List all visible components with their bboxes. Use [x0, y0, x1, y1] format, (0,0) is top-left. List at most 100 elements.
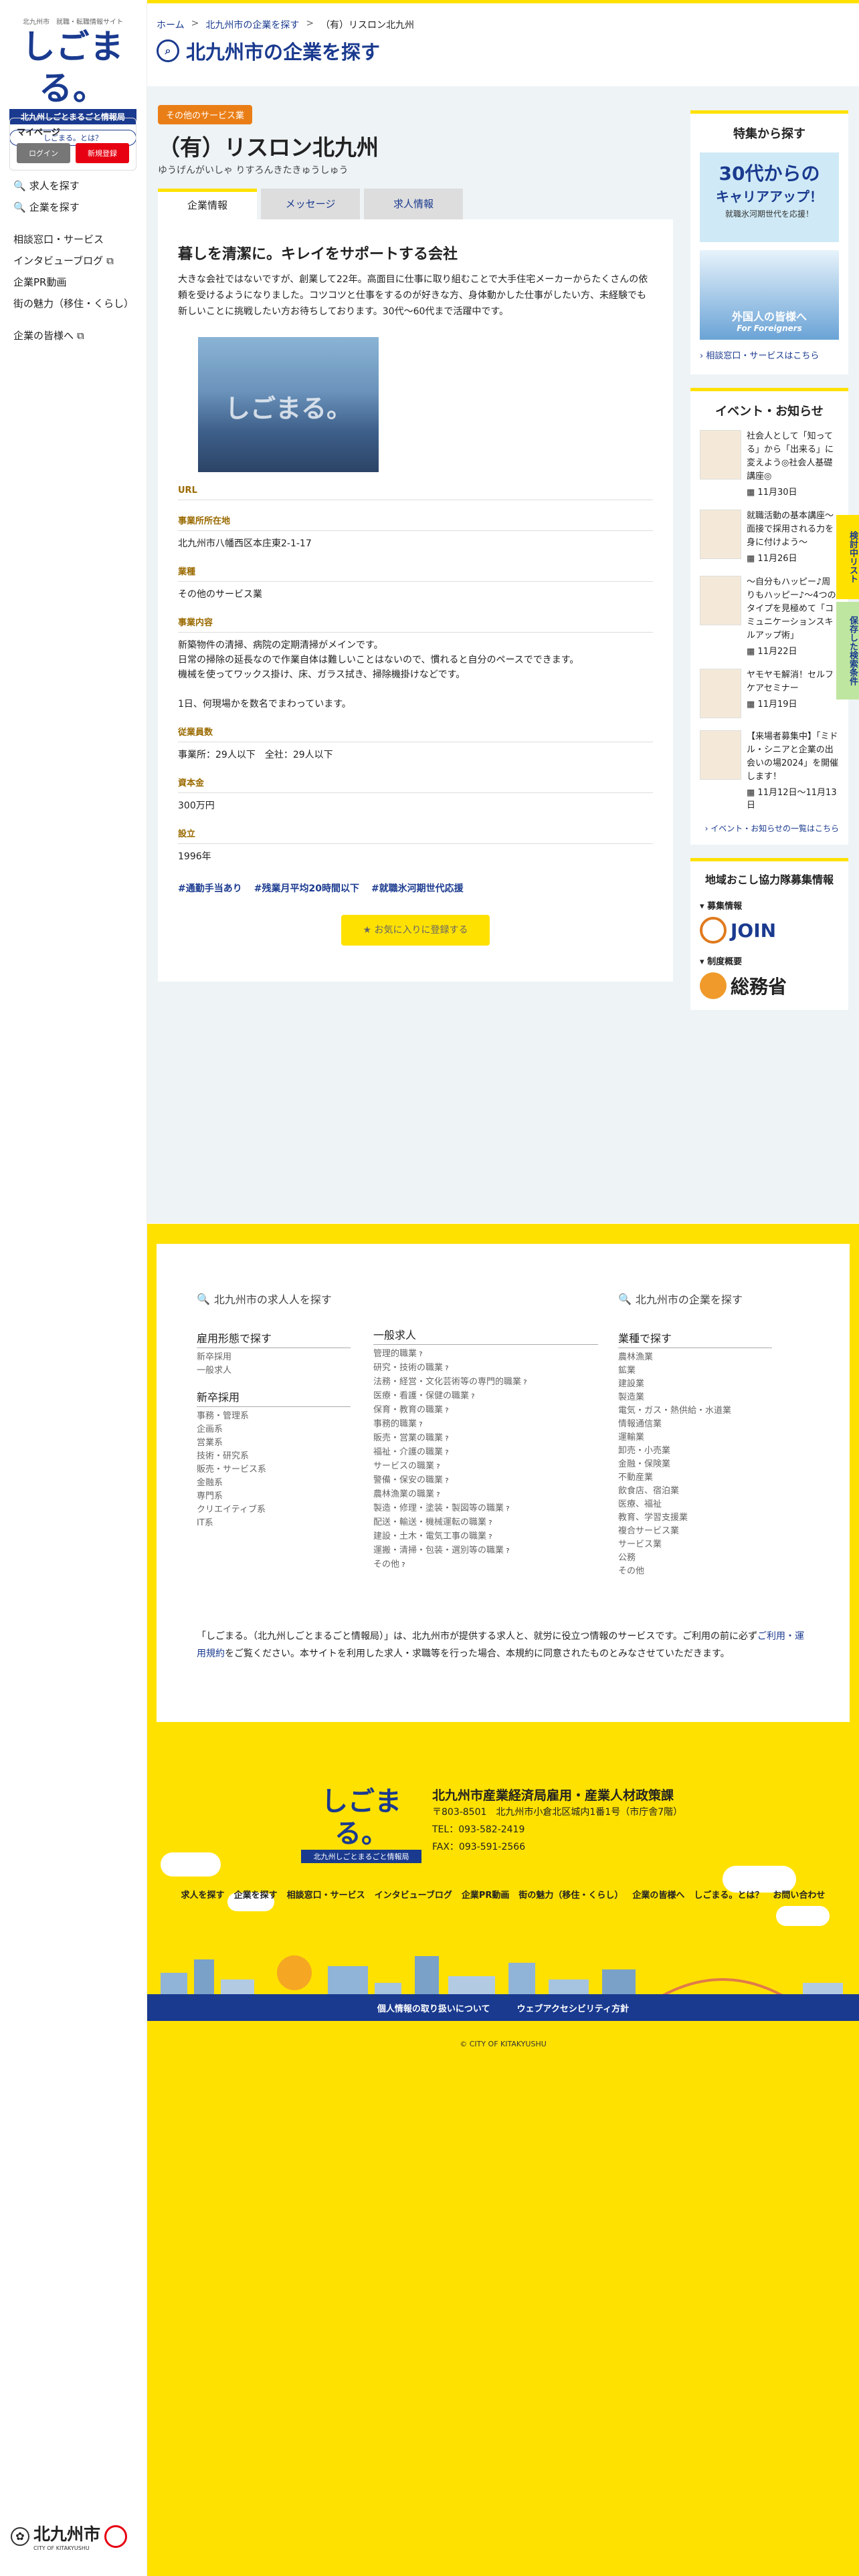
accessibility-link[interactable]: ウェブアクセシビリティ方針 [517, 2002, 630, 2014]
event-item[interactable]: ヤモヤモ解消！セルフケアセミナー ▦ 11月19日 [700, 669, 839, 718]
footer-link[interactable]: 配送・輸送・機械運転の職業 ? [373, 1516, 598, 1530]
help-icon[interactable]: ? [417, 1421, 422, 1428]
tab-message[interactable]: メッセージ [261, 189, 360, 219]
footer-company-heading[interactable]: 🔍 北九州市の企業を探す [618, 1291, 772, 1307]
saved-search-tab[interactable]: 保存した検索条件 [836, 602, 859, 700]
footer-jobs-heading[interactable]: 🔍 北九州市の求人人を探す [197, 1291, 351, 1307]
consultation-link[interactable]: › 相談窓口・サービスはこちら [700, 349, 839, 364]
footer-link[interactable]: 事務的職業 ? [373, 1418, 598, 1432]
help-icon[interactable]: ? [443, 1407, 448, 1414]
help-icon[interactable]: ? [443, 1435, 448, 1442]
footer-link[interactable]: 販売・サービス系 [197, 1463, 351, 1477]
consider-list-tab[interactable]: 検討中リスト [836, 515, 859, 599]
help-icon[interactable]: ? [486, 1533, 492, 1541]
city-logo[interactable]: ✿ 北九州市 CITY OF KITAKYUSHU [11, 2521, 128, 2551]
help-icon[interactable]: ? [399, 1562, 405, 1569]
career-up-banner[interactable]: 30代からの キャリアアップ！ 就職氷河期世代を応援！ [700, 152, 839, 242]
footer-nav-item[interactable]: 街の魅力（移住・くらし） [518, 1886, 623, 1906]
footer-link[interactable]: 運搬・清掃・包装・選別等の職業 ? [373, 1544, 598, 1558]
footer-link[interactable]: サービスの職業 ? [373, 1460, 598, 1474]
footer-link[interactable]: 運輸業 [618, 1431, 772, 1444]
join-logo[interactable]: JOIN [700, 917, 839, 944]
help-icon[interactable]: ? [504, 1505, 509, 1513]
footer-link[interactable]: 農林漁業 [618, 1351, 772, 1364]
help-icon[interactable]: ? [469, 1393, 474, 1400]
footer-link[interactable]: 法務・経営・文化芸術等の専門的職業 ? [373, 1376, 598, 1390]
help-icon[interactable]: ? [486, 1519, 492, 1527]
footer-nav-item[interactable]: 企業の皆様へ [632, 1886, 684, 1906]
footer-link[interactable]: クリエイティブ系 [197, 1503, 351, 1517]
footer-link[interactable]: 金融・保険業 [618, 1458, 772, 1471]
footer-link[interactable]: 医療、福祉 [618, 1498, 772, 1511]
foreigners-banner[interactable]: 外国人の皆様へ For Foreigners [700, 250, 839, 340]
footer-nav-item[interactable]: 相談窓口・サービス [287, 1886, 365, 1906]
footer-link[interactable]: その他 ? [373, 1558, 598, 1572]
footer-link[interactable]: サービス業 [618, 1538, 772, 1551]
help-icon[interactable]: ? [443, 1449, 448, 1457]
footer-link[interactable]: 企画系 [197, 1423, 351, 1436]
footer-link[interactable]: 研究・技術の職業 ? [373, 1362, 598, 1376]
footer-link[interactable]: 金融系 [197, 1477, 351, 1490]
footer-link[interactable]: 新卒採用 [197, 1351, 351, 1364]
footer-link[interactable]: 不動産業 [618, 1471, 772, 1485]
tag-link[interactable]: #就職氷河期世代応援 [371, 881, 464, 895]
event-item[interactable]: 〜自分もハッピー♪周りもハッピー♪〜4つのタイプを見極めて「コミュニケーションス… [700, 576, 839, 657]
footer-nav-item[interactable]: 企業を探す [234, 1886, 278, 1906]
footer-link[interactable]: 一般求人 [197, 1364, 351, 1378]
footer-link[interactable]: 飲食店、宿泊業 [618, 1485, 772, 1498]
footer-link[interactable]: 鉱業 [618, 1364, 772, 1378]
event-item[interactable]: 【来場者募集中】「ミドル・シニアと企業の出会いの場2024」を開催します！ ▦ 1… [700, 730, 839, 811]
login-button[interactable]: ログイン [17, 143, 70, 163]
footer-logo[interactable]: しごまる。 北九州しごとまるごと情報局 [301, 1786, 421, 1863]
footer-nav-item[interactable]: 企業PR動画 [462, 1886, 510, 1906]
tag-link[interactable]: #残業月平均20時間以下 [254, 881, 359, 895]
help-icon[interactable]: ? [434, 1491, 440, 1499]
footer-link[interactable]: 保育・教育の職業 ? [373, 1404, 598, 1418]
breadcrumb-company-search[interactable]: 北九州市の企業を探す [205, 18, 299, 31]
sidebar-item-interview-blog[interactable]: インタビューブログ ⧉ [13, 250, 140, 272]
footer-nav-item[interactable]: インタビューブログ [375, 1886, 452, 1906]
footer-link[interactable]: 製造業 [618, 1391, 772, 1404]
sidebar-item-job-search[interactable]: 🔍 求人を探す [13, 175, 140, 197]
footer-link[interactable]: 情報通信業 [618, 1418, 772, 1431]
help-icon[interactable]: ? [443, 1365, 448, 1372]
event-item[interactable]: 就職活動の基本講座〜面接で採用される力を身に付けよう〜 ▦ 11月26日 [700, 510, 839, 564]
tag-link[interactable]: #通勤手当あり [178, 881, 242, 895]
register-button[interactable]: 新規登録 [76, 143, 129, 163]
footer-link[interactable]: 技術・研究系 [197, 1450, 351, 1463]
footer-link[interactable]: 建設・土木・電気工事の職業 ? [373, 1530, 598, 1544]
footer-link[interactable]: 福祉・介護の職業 ? [373, 1446, 598, 1460]
tab-company-info[interactable]: 企業情報 [158, 189, 257, 219]
help-icon[interactable]: ? [417, 1351, 422, 1358]
footer-nav-item[interactable]: お問い合わせ [773, 1886, 825, 1906]
help-icon[interactable]: ? [521, 1379, 527, 1386]
help-icon[interactable]: ? [434, 1463, 440, 1471]
footer-link[interactable]: 教育、学習支援業 [618, 1511, 772, 1525]
footer-link[interactable]: 管理的職業 ? [373, 1348, 598, 1362]
breadcrumb-home[interactable]: ホーム [157, 18, 185, 31]
footer-link[interactable]: 建設業 [618, 1378, 772, 1391]
footer-link[interactable]: 警備・保安の職業 ? [373, 1474, 598, 1488]
event-item[interactable]: 社会人として「知ってる」から「出来る」に変えよう◎社会人基礎講座◎ ▦ 11月30… [700, 430, 839, 498]
footer-link[interactable]: 医療・看護・保健の職業 ? [373, 1390, 598, 1404]
footer-link[interactable]: 専門系 [197, 1490, 351, 1503]
help-icon[interactable]: ? [443, 1477, 448, 1485]
sidebar-item-for-companies[interactable]: 企業の皆様へ ⧉ [13, 325, 140, 346]
footer-link[interactable]: 公務 [618, 1551, 772, 1565]
favorite-button[interactable]: ★ お気に入りに登録する [341, 915, 490, 946]
footer-link[interactable]: 営業系 [197, 1436, 351, 1450]
footer-link[interactable]: その他 [618, 1565, 772, 1578]
footer-nav-item[interactable]: 求人を探す [181, 1886, 225, 1906]
sidebar-item-company-search[interactable]: 🔍 企業を探す [13, 197, 140, 218]
privacy-link[interactable]: 個人情報の取り扱いについて [377, 2002, 490, 2014]
footer-link[interactable]: 製造・修理・塗装・製図等の職業 ? [373, 1502, 598, 1516]
footer-nav-item[interactable]: しごまる。とは？ [694, 1886, 763, 1906]
sidebar-item-consultation[interactable]: 相談窓口・サービス [13, 229, 140, 250]
footer-link[interactable]: 事務・管理系 [197, 1410, 351, 1423]
sidebar-item-city-charm[interactable]: 街の魅力（移住・くらし） [13, 293, 140, 314]
help-icon[interactable]: ? [504, 1547, 509, 1555]
footer-link[interactable]: 販売・営業の職業 ? [373, 1432, 598, 1446]
footer-link[interactable]: IT系 [197, 1517, 351, 1530]
event-more-link[interactable]: › イベント・お知らせの一覧はこちら [700, 823, 839, 834]
footer-link[interactable]: 卸売・小売業 [618, 1444, 772, 1458]
